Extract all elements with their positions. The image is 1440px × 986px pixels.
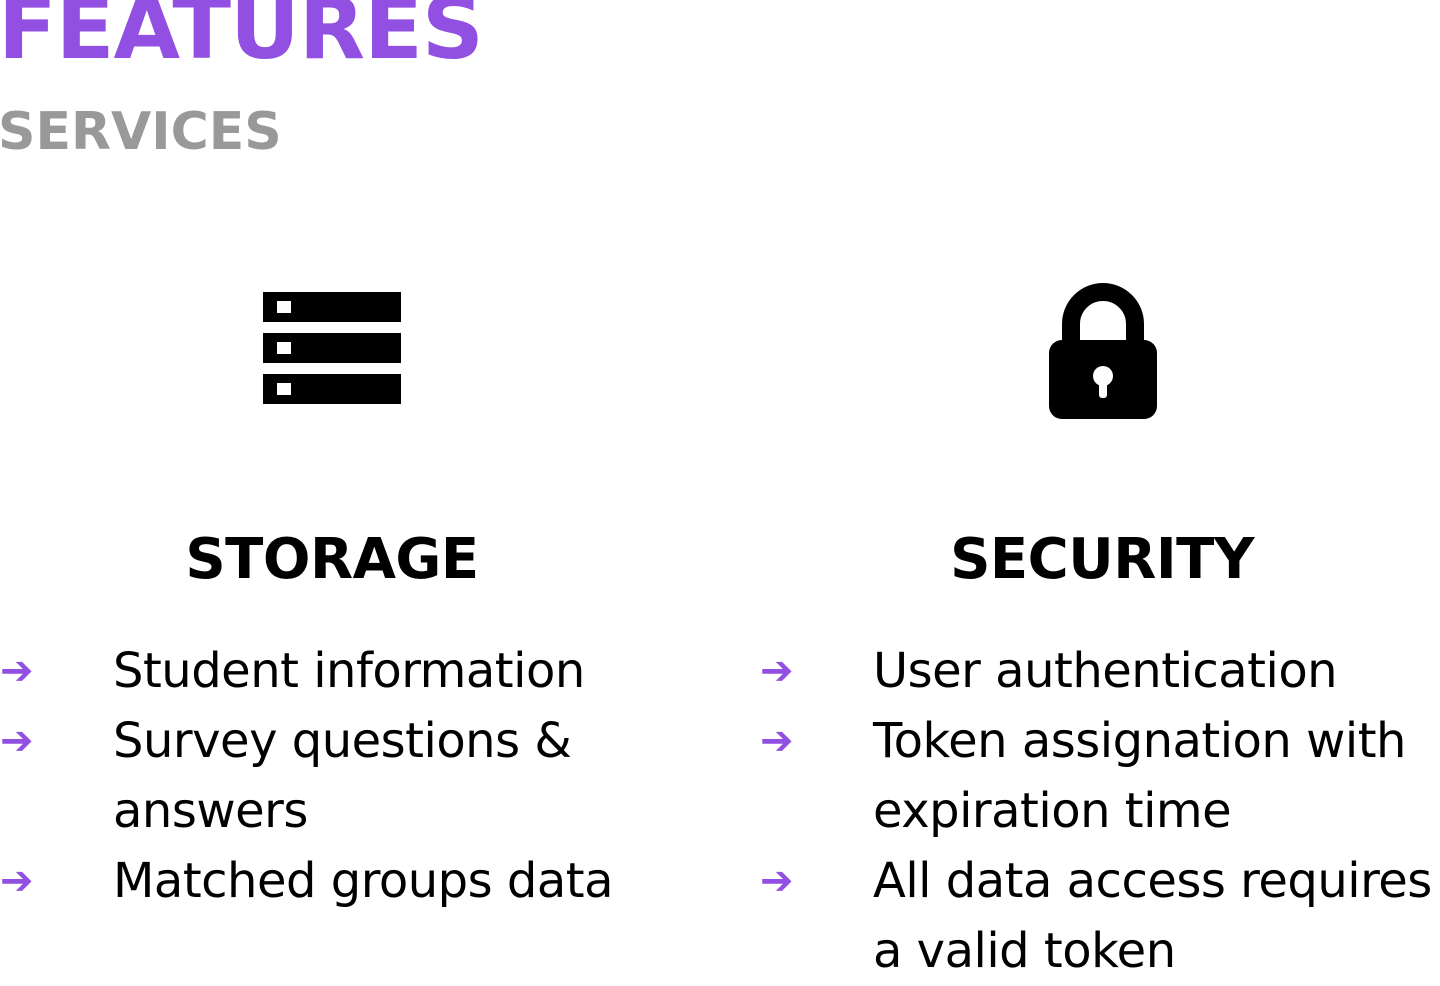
list-item-text: User authentication [873, 643, 1338, 699]
list-item-text: answers [113, 783, 308, 839]
storage-list: ➔ Student information ➔ Survey questions… [0, 636, 720, 916]
list-item-text: Survey questions & [113, 713, 572, 769]
list-item-text: Token assignation with [873, 713, 1406, 769]
list-item: ➔ User authentication [760, 636, 1440, 706]
list-item: ➔ Matched groups data [0, 846, 720, 916]
list-item-text: a valid token [873, 923, 1176, 979]
arrow-icon: ➔ [0, 858, 34, 904]
lock-icon [1049, 283, 1157, 419]
list-item-continuation: expiration time [760, 776, 1440, 846]
list-item-text: Matched groups data [113, 853, 614, 909]
arrow-icon: ➔ [0, 648, 34, 694]
list-item: ➔ All data access requires [760, 846, 1440, 916]
list-item-continuation: answers [0, 776, 720, 846]
arrow-icon: ➔ [760, 718, 794, 764]
page-subtitle: SERVICES [0, 102, 282, 162]
list-item-text: Student information [113, 643, 585, 699]
security-heading: SECURITY [950, 527, 1254, 592]
list-item-text: expiration time [873, 783, 1232, 839]
list-item: ➔ Survey questions & [0, 706, 720, 776]
list-item-text: All data access requires [873, 853, 1432, 909]
security-list: ➔ User authentication ➔ Token assignatio… [760, 636, 1440, 986]
list-item: ➔ Student information [0, 636, 720, 706]
arrow-icon: ➔ [0, 718, 34, 764]
server-stack-icon [263, 292, 401, 404]
page-title: FEATURES [0, 0, 484, 79]
arrow-icon: ➔ [760, 858, 794, 904]
storage-heading: STORAGE [185, 527, 479, 592]
arrow-icon: ➔ [760, 648, 794, 694]
list-item: ➔ Token assignation with [760, 706, 1440, 776]
